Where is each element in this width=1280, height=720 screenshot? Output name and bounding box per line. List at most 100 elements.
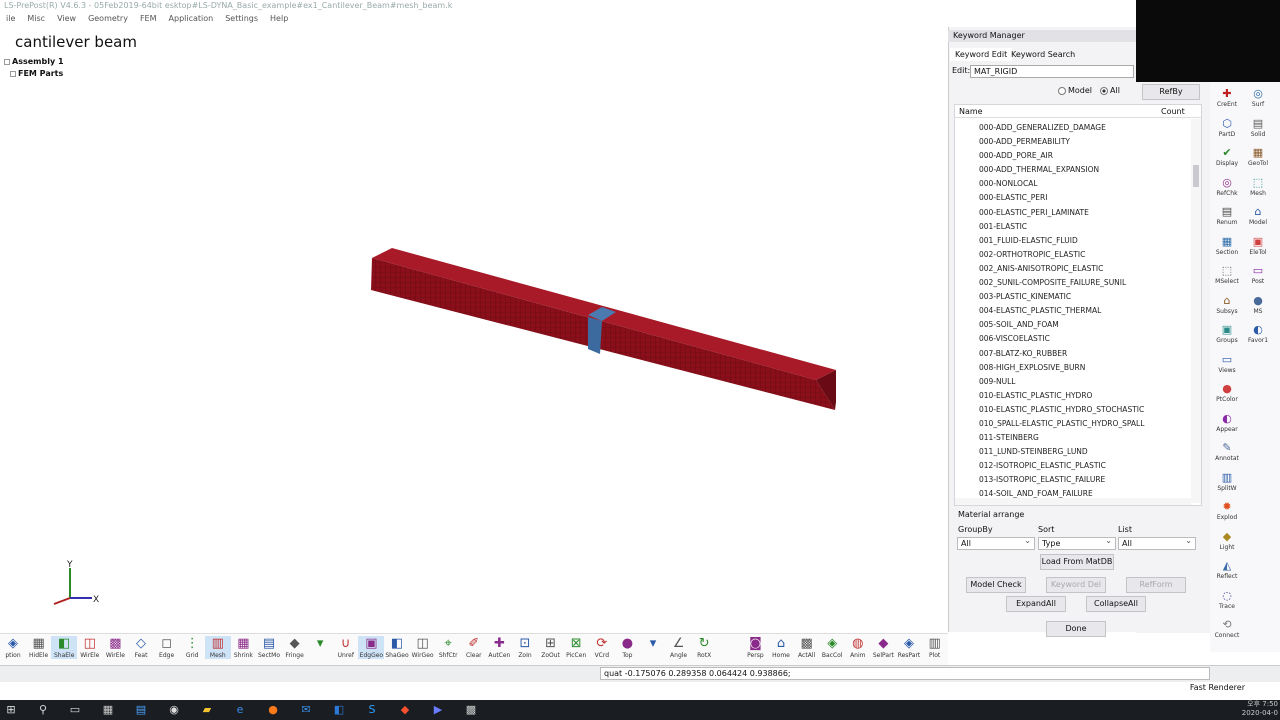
mesh-button[interactable]: ⬚ Mesh bbox=[1243, 176, 1273, 197]
collapse-all-button[interactable]: CollapseAll bbox=[1086, 596, 1146, 612]
eletol-button[interactable]: ▣ EleTol bbox=[1243, 235, 1273, 256]
folder-icon[interactable]: ▰ bbox=[200, 703, 214, 717]
toolbar-shfctr-button[interactable]: ⌖ ShfCtr bbox=[435, 636, 461, 659]
tree-fem-parts[interactable]: FEM Parts bbox=[10, 69, 63, 78]
keyword-item[interactable]: 010_SPALL-ELASTIC_PLASTIC_HYDRO_SPALL bbox=[979, 417, 1189, 431]
keyword-item[interactable]: 000-ADD_GENERALIZED_DAMAGE bbox=[979, 121, 1189, 135]
video-icon[interactable]: ▶ bbox=[431, 703, 445, 717]
menu-application[interactable]: Application bbox=[163, 12, 220, 26]
search-icon[interactable]: ⚲ bbox=[36, 703, 50, 717]
toolbar-feat-button[interactable]: ◇ Feat bbox=[128, 636, 154, 659]
renum-button[interactable]: ▤ Renum bbox=[1212, 206, 1242, 227]
menu-misc[interactable]: Misc bbox=[21, 12, 51, 26]
keyword-item[interactable]: 009-NULL bbox=[979, 375, 1189, 389]
firefox-icon[interactable]: ● bbox=[266, 703, 280, 717]
command-status-field[interactable]: quat -0.175076 0.289358 0.064424 0.93886… bbox=[600, 667, 1210, 680]
keyword-item[interactable]: 002_SUNIL-COMPOSITE_FAILURE_SUNIL bbox=[979, 276, 1189, 290]
model-check-button[interactable]: Model Check bbox=[966, 577, 1026, 593]
views-button[interactable]: ▭ Views bbox=[1212, 353, 1242, 374]
toolbar-angle-button[interactable]: ∠ Angle bbox=[666, 636, 692, 659]
keyword-item[interactable]: 011_LUND-STEINBERG_LUND bbox=[979, 445, 1189, 459]
favor1-button[interactable]: ◐ Favor1 bbox=[1243, 324, 1273, 345]
calculator-icon[interactable]: ▦ bbox=[101, 703, 115, 717]
app-icon[interactable]: ◉ bbox=[167, 703, 181, 717]
groupby-select[interactable]: All bbox=[957, 535, 1035, 550]
pdf-icon[interactable]: ◆ bbox=[398, 703, 412, 717]
edge-icon[interactable]: e bbox=[233, 703, 247, 717]
toolbar-respart-button[interactable]: ◈ ResPart bbox=[896, 636, 922, 659]
toolbar-unref-button[interactable]: ∪ Unref bbox=[333, 636, 359, 659]
list-hscrollbar[interactable] bbox=[955, 498, 1191, 505]
toolbar-top-button[interactable]: ● Top bbox=[614, 636, 640, 659]
menu-settings[interactable]: Settings bbox=[219, 12, 264, 26]
toolbar-clear-button[interactable]: ✐ Clear bbox=[461, 636, 487, 659]
creent-button[interactable]: ✚ CreEnt bbox=[1212, 88, 1242, 109]
keyword-del-button[interactable]: Keyword Del bbox=[1046, 577, 1106, 593]
keyword-item[interactable]: 002_ANIS-ANISOTROPIC_ELASTIC bbox=[979, 262, 1189, 276]
tab-keyword-search[interactable]: Keyword Search bbox=[1006, 48, 1080, 61]
list-select[interactable]: All bbox=[1118, 535, 1196, 550]
toolbar-persp-button[interactable]: ◙ Persp bbox=[742, 636, 768, 659]
skype-icon[interactable]: S bbox=[365, 703, 379, 717]
subsys-button[interactable]: ⌂ Subsys bbox=[1212, 294, 1242, 315]
ptcolor-button[interactable]: ● PtColor bbox=[1212, 383, 1242, 404]
toolbar-zoin-button[interactable]: ⊡ ZoIn bbox=[512, 636, 538, 659]
radio-model[interactable]: Model bbox=[1058, 86, 1092, 95]
keyword-item[interactable]: 001_FLUID-ELASTIC_FLUID bbox=[979, 234, 1189, 248]
keyword-item[interactable]: 000-ADD_PERMEABILITY bbox=[979, 135, 1189, 149]
mail-icon[interactable]: ✉ bbox=[299, 703, 313, 717]
toolbar-dropdown-button[interactable] bbox=[717, 636, 743, 652]
column-count[interactable]: Count bbox=[1161, 105, 1185, 118]
toolbar-fringe-button[interactable]: ◆ Fringe bbox=[282, 636, 308, 659]
surf-button[interactable]: ◎ Surf bbox=[1243, 88, 1273, 109]
keyword-item[interactable]: 011-STEINBERG bbox=[979, 431, 1189, 445]
toolbar-edge-button[interactable]: ◻ Edge bbox=[154, 636, 180, 659]
keyword-item[interactable]: 005-SOIL_AND_FOAM bbox=[979, 318, 1189, 332]
toolbar-wirele-button[interactable]: ▩ WirEle bbox=[102, 636, 128, 659]
trace-button[interactable]: ◌ Trace bbox=[1212, 589, 1242, 610]
keyword-item[interactable]: 000-ELASTIC_PERI bbox=[979, 191, 1189, 205]
keyword-item[interactable]: 013-ISOTROPIC_ELASTIC_FAILURE bbox=[979, 473, 1189, 487]
expand-all-button[interactable]: ExpandAll bbox=[1006, 596, 1066, 612]
toolbar-autcen-button[interactable]: ✚ AutCen bbox=[486, 636, 512, 659]
done-button[interactable]: Done bbox=[1046, 621, 1106, 637]
keyword-item[interactable]: 004-ELASTIC_PLASTIC_THERMAL bbox=[979, 304, 1189, 318]
toolbar-selpart-button[interactable]: ◆ SelPart bbox=[870, 636, 896, 659]
toolbar-dropdown-button[interactable]: ▾ bbox=[640, 636, 666, 652]
load-from-matdb-button[interactable]: Load From MatDB bbox=[1040, 554, 1114, 570]
keyword-item[interactable]: 010-ELASTIC_PLASTIC_HYDRO_STOCHASTIC bbox=[979, 403, 1189, 417]
keyword-item[interactable]: 012-ISOTROPIC_ELASTIC_PLASTIC bbox=[979, 459, 1189, 473]
toolbar-zoout-button[interactable]: ⊞ ZoOut bbox=[538, 636, 564, 659]
toolbar-wirele-button[interactable]: ◫ WirEle bbox=[77, 636, 103, 659]
outlook-icon[interactable]: ◧ bbox=[332, 703, 346, 717]
lsprepost-icon[interactable]: ▩ bbox=[464, 703, 478, 717]
toolbar-shageo-button[interactable]: ◧ ShaGeo bbox=[384, 636, 410, 659]
splitw-button[interactable]: ▥ SplitW bbox=[1212, 471, 1242, 492]
radio-all[interactable]: All bbox=[1100, 86, 1120, 95]
keyword-item[interactable]: 003-PLASTIC_KINEMATIC bbox=[979, 290, 1189, 304]
toolbar-vcrd-button[interactable]: ⟳ VCrd bbox=[589, 636, 615, 659]
toolbar-sectmo-button[interactable]: ▤ SectMo bbox=[256, 636, 282, 659]
mselect-button[interactable]: ⬚ MSelect bbox=[1212, 265, 1242, 286]
menu-geometry[interactable]: Geometry bbox=[82, 12, 134, 26]
keyword-item[interactable]: 000-ADD_PORE_AIR bbox=[979, 149, 1189, 163]
appear-button[interactable]: ◐ Appear bbox=[1212, 412, 1242, 433]
partd-button[interactable]: ⬡ PartD bbox=[1212, 117, 1242, 138]
refform-button[interactable]: RefForm bbox=[1126, 577, 1186, 593]
toolbar-anim-button[interactable]: ◍ Anim bbox=[845, 636, 871, 659]
toolbar-baccol-button[interactable]: ◈ BacCol bbox=[819, 636, 845, 659]
menu-view[interactable]: View bbox=[51, 12, 82, 26]
scroll-thumb[interactable] bbox=[1193, 165, 1199, 187]
keyword-item[interactable]: 002-ORTHOTROPIC_ELASTIC bbox=[979, 248, 1189, 262]
toolbar-grid-button[interactable]: ⋮ Grid bbox=[179, 636, 205, 659]
section-button[interactable]: ▦ Section bbox=[1212, 235, 1242, 256]
toolbar-shrink-button[interactable]: ▦ Shrink bbox=[230, 636, 256, 659]
tab-keyword-edit[interactable]: Keyword Edit bbox=[950, 48, 1013, 61]
explod-button[interactable]: ✹ Explod bbox=[1212, 501, 1242, 522]
keyword-item[interactable]: 000-NONLOCAL bbox=[979, 177, 1189, 191]
keyword-item[interactable]: 008-HIGH_EXPLOSIVE_BURN bbox=[979, 361, 1189, 375]
toolbar-mesh-button[interactable]: ▥ Mesh bbox=[204, 636, 231, 659]
list-scrollbar[interactable] bbox=[1191, 119, 1201, 503]
graphics-viewport[interactable] bbox=[0, 27, 948, 633]
sort-select[interactable]: Type bbox=[1038, 535, 1116, 550]
